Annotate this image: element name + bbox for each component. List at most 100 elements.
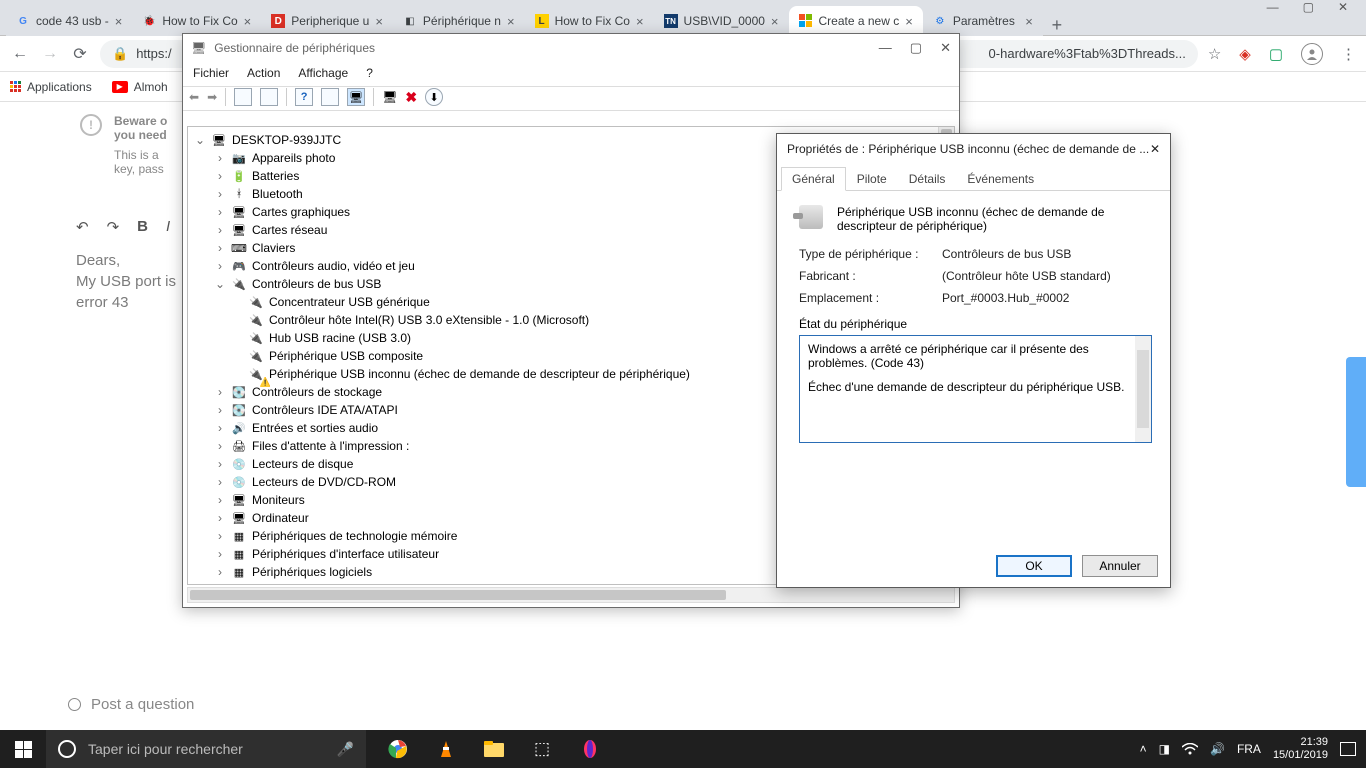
radio-icon[interactable] [68, 698, 81, 711]
ext-icon-red[interactable]: ◈ [1239, 45, 1251, 63]
close-icon[interactable]: × [636, 14, 644, 29]
cancel-button[interactable]: Annuler [1082, 555, 1158, 577]
star-icon[interactable]: ☆ [1208, 45, 1221, 63]
type-label: Type de périphérique : [799, 247, 934, 261]
h-scrollbar[interactable] [187, 587, 955, 603]
forward-button: → [40, 45, 60, 63]
post-question[interactable]: Post a question [68, 696, 194, 713]
ok-button[interactable]: OK [996, 555, 1072, 577]
tree-root[interactable]: DESKTOP-939JJTC [232, 133, 341, 147]
scan-icon[interactable]: 🖥 [382, 90, 397, 104]
tab-driver[interactable]: Pilote [846, 167, 898, 191]
ext-icon-green[interactable]: ▢ [1269, 45, 1283, 63]
tb-icon3[interactable] [321, 88, 339, 106]
status-line1: Windows a arrêté ce périphérique car il … [808, 342, 1143, 370]
favicon-tn: TN [664, 14, 678, 28]
redo-icon[interactable]: ↷ [107, 218, 120, 236]
close-icon[interactable]: × [1025, 14, 1033, 29]
back-button[interactable]: ← [10, 45, 30, 63]
tb-icon4[interactable]: 🖥 [347, 88, 365, 106]
help-icon[interactable]: ? [295, 88, 313, 106]
start-button[interactable] [0, 730, 46, 768]
italic-icon[interactable]: I [166, 218, 170, 236]
tab-events[interactable]: Événements [956, 167, 1045, 191]
bold-icon[interactable]: B [137, 218, 148, 236]
menu-view[interactable]: Affichage [298, 66, 348, 80]
status-label: État du périphérique [799, 317, 1152, 331]
maximize-icon[interactable]: ▢ [1303, 0, 1314, 14]
tab-google[interactable]: Gcode 43 usb -× [6, 6, 132, 36]
taskbar-explorer[interactable] [472, 730, 516, 768]
tb-icon1[interactable] [234, 88, 252, 106]
textbox-scrollbar[interactable] [1135, 336, 1151, 442]
close-icon[interactable]: × [905, 14, 913, 29]
tab-peripherique2[interactable]: ◧Périphérique n× [393, 6, 525, 36]
tray-volume-icon[interactable]: 🔊 [1210, 742, 1225, 756]
taskbar-app1[interactable]: ⬚ [520, 730, 564, 768]
tray-chevron-icon[interactable]: ˄ [1140, 742, 1147, 756]
taskbar: Taper ici pour rechercher 🎤 ⬚ ˄ ◨ 🔊 FRA … [0, 730, 1366, 768]
close-icon[interactable]: ✕ [1150, 142, 1160, 156]
tab-details[interactable]: Détails [898, 167, 957, 191]
lock-icon: 🔒 [112, 46, 128, 62]
favicon-bug: 🐞 [142, 14, 156, 28]
tab-create-new[interactable]: Create a new c× [789, 6, 923, 36]
tb-icon5[interactable]: ⬇ [425, 88, 443, 106]
usb-icon [799, 205, 823, 229]
favicon-ms-active [799, 14, 813, 28]
menu-help[interactable]: ? [366, 66, 373, 80]
tray-language[interactable]: FRA [1237, 742, 1261, 756]
url-suffix: 0-hardware%3Ftab%3DThreads... [989, 46, 1186, 61]
properties-window: Propriétés de : Périphérique USB inconnu… [776, 133, 1171, 588]
close-icon[interactable]: ✕ [1338, 0, 1348, 14]
close-icon[interactable]: ✕ [940, 40, 951, 56]
close-icon[interactable]: × [771, 14, 779, 29]
tray-battery-icon[interactable]: ◨ [1159, 742, 1170, 756]
status-line2: Échec d'une demande de descripteur du pé… [808, 380, 1143, 394]
window-title: Gestionnaire de périphériques [214, 41, 375, 55]
tray-wifi-icon[interactable] [1182, 743, 1198, 755]
tab-usbvid[interactable]: TNUSB\VID_0000× [654, 6, 789, 36]
tb-icon2[interactable] [260, 88, 278, 106]
minimize-icon[interactable]: — [879, 40, 892, 56]
status-textbox[interactable]: Windows a arrêté ce périphérique car il … [799, 335, 1152, 443]
uninstall-icon[interactable]: ✖ [405, 89, 417, 106]
toolbar: ⬅ ➡ ? 🖥 🖥 ✖ ⬇ [183, 86, 959, 111]
mic-icon[interactable]: 🎤 [337, 741, 354, 758]
taskbar-app2[interactable] [568, 730, 612, 768]
youtube-bookmark[interactable]: ▶Almoh [112, 80, 168, 94]
tab-peripherique1[interactable]: DPeripherique u× [261, 6, 393, 36]
taskbar-vlc[interactable] [424, 730, 468, 768]
menu-file[interactable]: Fichier [193, 66, 229, 80]
tab-howtofix1[interactable]: 🐞How to Fix Co× [132, 6, 261, 36]
new-tab-button[interactable]: + [1043, 10, 1071, 36]
maximize-icon[interactable]: ▢ [910, 40, 922, 56]
alert-text2: key, pass [114, 162, 167, 176]
tab-howtofix2[interactable]: LHow to Fix Co× [525, 6, 654, 36]
close-icon[interactable]: × [507, 14, 515, 29]
tab-parametres[interactable]: ⚙Paramètres× [923, 6, 1043, 36]
favicon-google: G [16, 14, 30, 28]
notifications-icon[interactable] [1340, 742, 1356, 756]
undo-icon[interactable]: ↶ [76, 218, 89, 236]
tab-general[interactable]: Général [781, 167, 846, 191]
close-icon[interactable]: × [375, 14, 383, 29]
reload-button[interactable]: ⟳ [70, 44, 90, 64]
mfr-label: Fabricant : [799, 269, 934, 283]
back-icon[interactable]: ⬅ [189, 90, 199, 104]
profile-avatar[interactable] [1301, 43, 1323, 65]
window-title: Propriétés de : Périphérique USB inconnu… [787, 142, 1149, 156]
apps-bookmark[interactable]: Applications [10, 80, 92, 94]
tray-clock[interactable]: 21:3915/01/2019 [1273, 736, 1328, 762]
minimize-icon[interactable]: — [1267, 0, 1279, 14]
feedback-tab[interactable] [1346, 357, 1366, 487]
close-icon[interactable]: × [244, 14, 252, 29]
cortana-icon [58, 740, 76, 758]
menu-icon[interactable]: ⋮ [1341, 45, 1356, 63]
loc-label: Emplacement : [799, 291, 934, 305]
taskbar-search[interactable]: Taper ici pour rechercher 🎤 [46, 730, 366, 768]
close-icon[interactable]: × [115, 14, 123, 29]
menu-action[interactable]: Action [247, 66, 280, 80]
forward-icon[interactable]: ➡ [207, 90, 217, 104]
taskbar-chrome[interactable] [376, 730, 420, 768]
